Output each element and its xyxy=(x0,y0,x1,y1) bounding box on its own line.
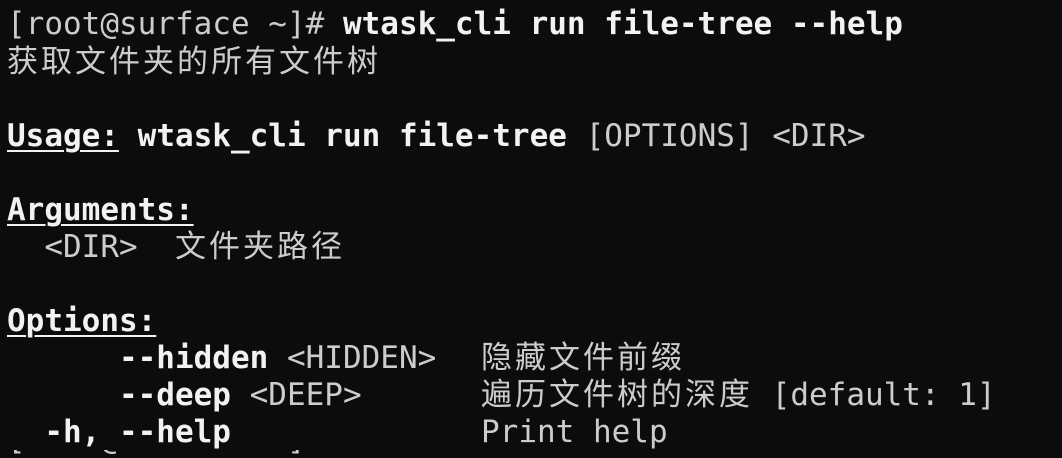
option-default: [default: 1] xyxy=(753,377,996,413)
usage-line: Usage: wtask_cli run file-tree [OPTIONS]… xyxy=(7,118,866,155)
command-line: [root@surface ~]# wtask_cli run file-tre… xyxy=(7,6,903,43)
usage-args: [OPTIONS] <DIR> xyxy=(566,118,866,154)
argument-name: <DIR> xyxy=(44,229,138,265)
next-prompt: [root@surface ~]# xyxy=(7,450,347,458)
usage-label: Usage: xyxy=(7,118,119,154)
option-desc: 遍历文件树的深度 xyxy=(481,377,753,413)
option-desc-row: 遍历文件树的深度 [default: 1] xyxy=(481,377,996,414)
option-flag: --hidden xyxy=(118,340,269,376)
options-heading: Options: xyxy=(7,303,157,339)
option-row: --deep <DEEP> xyxy=(7,377,362,414)
argument-desc: 文件夹路径 xyxy=(174,229,345,265)
command-text: wtask_cli run file-tree --help xyxy=(342,6,903,42)
next-prompt-partial: [root@surface ~]# xyxy=(7,450,347,458)
option-meta: <DEEP> xyxy=(230,377,362,413)
option-row: -h, --help xyxy=(7,414,231,451)
terminal-window[interactable]: [root@surface ~]# wtask_cli run file-tre… xyxy=(0,0,1062,458)
option-meta: <HIDDEN> xyxy=(268,340,437,376)
usage-command: wtask_cli run file-tree xyxy=(137,118,567,154)
option-desc: 隐藏文件前缀 xyxy=(481,340,685,376)
arguments-heading: Arguments: xyxy=(7,192,194,228)
command-description: 获取文件夹的所有文件树 xyxy=(7,44,381,80)
option-flag: -h, --help xyxy=(44,414,231,450)
argument-row: <DIR> 文件夹路径 xyxy=(7,229,345,266)
shell-prompt: [root@surface ~]# xyxy=(7,6,343,42)
option-row: --hidden <HIDDEN> xyxy=(7,340,436,377)
option-desc: Print help xyxy=(481,414,668,450)
option-flag: --deep xyxy=(118,377,231,413)
